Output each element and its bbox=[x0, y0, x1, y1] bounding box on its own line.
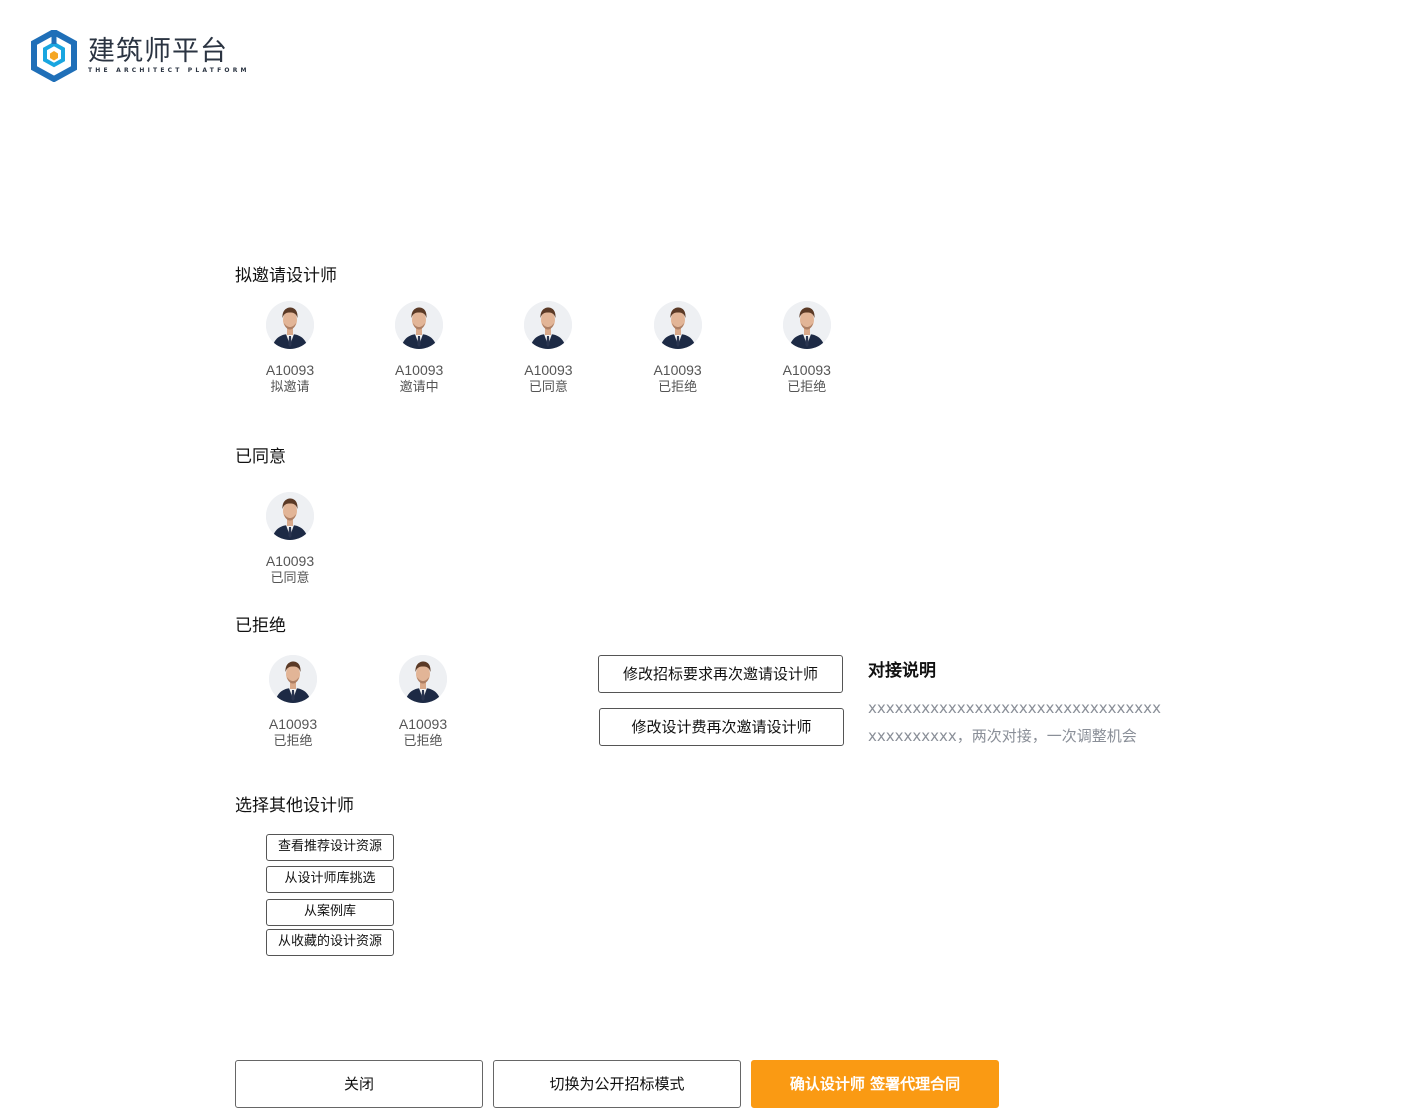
designer-id: A10093 bbox=[395, 362, 444, 378]
avatar bbox=[269, 655, 317, 703]
designer-status: 邀请中 bbox=[399, 380, 439, 395]
pick-from-favorites-button[interactable]: 从收藏的设计资源 bbox=[266, 929, 394, 956]
section-title-rejected: 已拒绝 bbox=[235, 616, 286, 636]
pick-from-designer-library-button[interactable]: 从设计师库挑选 bbox=[266, 866, 394, 893]
designer-card[interactable]: A10093 已同意 bbox=[498, 301, 598, 397]
designer-card[interactable]: A10093 已拒绝 bbox=[243, 655, 343, 751]
designer-status: 拟邀请 bbox=[270, 380, 310, 395]
designer-status: 已拒绝 bbox=[403, 734, 443, 749]
designer-status: 已同意 bbox=[528, 380, 568, 395]
designer-id: A10093 bbox=[524, 362, 573, 378]
designer-id: A10093 bbox=[268, 716, 318, 732]
avatar bbox=[395, 301, 444, 349]
confirm-designer-sign-contract-button[interactable]: 确认设计师 签署代理合同 bbox=[751, 1060, 999, 1108]
close-button[interactable]: 关闭 bbox=[235, 1060, 483, 1108]
platform-logo: 建筑师平台 THE ARCHITECT PLATFORM bbox=[30, 30, 250, 82]
designer-card[interactable]: A10093 已拒绝 bbox=[628, 301, 728, 397]
designer-id: A10093 bbox=[782, 362, 831, 378]
avatar bbox=[266, 301, 314, 349]
designer-status: 已拒绝 bbox=[787, 380, 827, 395]
avatar bbox=[266, 492, 314, 540]
designer-id: A10093 bbox=[265, 553, 315, 569]
designer-card[interactable]: A10093 已拒绝 bbox=[373, 655, 473, 751]
modify-requirements-reinvite-button[interactable]: 修改招标要求再次邀请设计师 bbox=[598, 655, 843, 693]
avatar bbox=[524, 301, 573, 349]
section-title-invite: 拟邀请设计师 bbox=[235, 266, 337, 286]
avatar bbox=[782, 301, 831, 349]
designer-card[interactable]: A10093 已拒绝 bbox=[757, 301, 857, 397]
modify-fee-reinvite-button[interactable]: 修改设计费再次邀请设计师 bbox=[599, 708, 844, 746]
logo-subtitle: THE ARCHITECT PLATFORM bbox=[88, 67, 250, 74]
switch-public-tender-button[interactable]: 切换为公开招标模式 bbox=[493, 1060, 741, 1108]
designer-status: 已拒绝 bbox=[273, 734, 313, 749]
note-body: xxxxxxxxxxxxxxxxxxxxxxxxxxxxxxxxxxxxxxxx… bbox=[868, 699, 1161, 745]
designer-status: 已同意 bbox=[270, 571, 310, 586]
note-title: 对接说明 bbox=[868, 661, 936, 681]
designer-status: 已拒绝 bbox=[658, 380, 698, 395]
avatar bbox=[399, 655, 447, 703]
view-recommended-resources-button[interactable]: 查看推荐设计资源 bbox=[266, 834, 394, 861]
section-title-agreed: 已同意 bbox=[235, 447, 286, 467]
avatar bbox=[653, 301, 702, 349]
logo-title: 建筑师平台 bbox=[88, 36, 228, 67]
designer-card[interactable]: A10093 拟邀请 bbox=[240, 301, 340, 397]
designer-id: A10093 bbox=[398, 716, 448, 732]
section-title-other: 选择其他设计师 bbox=[235, 796, 354, 816]
pick-from-case-library-button[interactable]: 从案例库 bbox=[266, 899, 394, 926]
hexagon-logo-icon bbox=[31, 30, 77, 82]
designer-id: A10093 bbox=[653, 362, 702, 378]
designer-card[interactable]: A10093 邀请中 bbox=[369, 301, 469, 397]
designer-card[interactable]: A10093 已同意 bbox=[240, 492, 340, 588]
designer-id: A10093 bbox=[265, 362, 315, 378]
